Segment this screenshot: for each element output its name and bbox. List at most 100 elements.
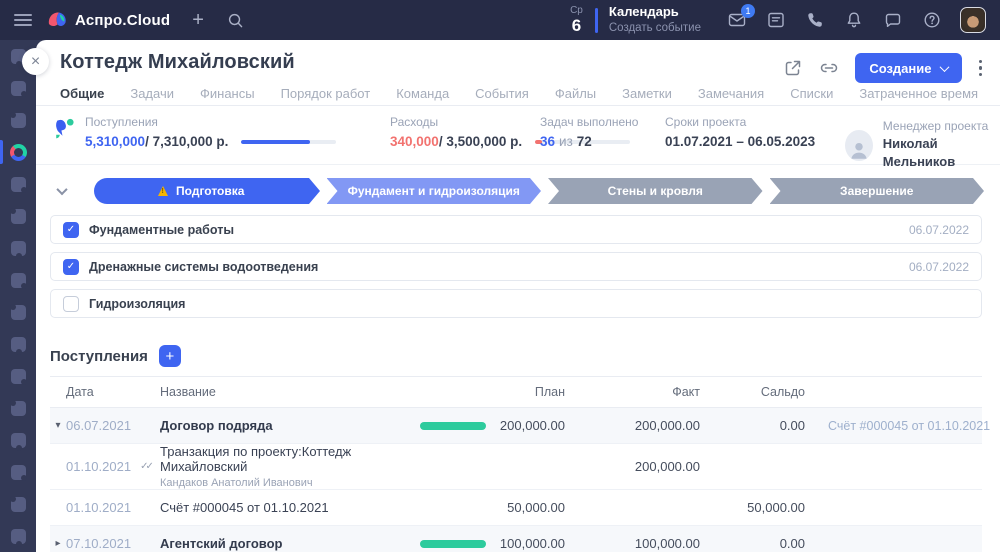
calendar-title[interactable]: Календарь — [609, 5, 701, 20]
stat-tasks: Задач выполнено 36 из 72 — [540, 115, 638, 149]
create-event-link[interactable]: Создать событие — [609, 22, 701, 35]
row-subtitle: Кандаков Анатолий Иванович — [160, 477, 412, 489]
progress-pill — [420, 422, 486, 430]
expander-icon[interactable]: ▸ — [50, 538, 66, 549]
sidebar-item-chat[interactable] — [0, 232, 36, 264]
user-avatar[interactable] — [960, 7, 986, 33]
tab-tasks[interactable]: Задачи — [130, 86, 174, 101]
notes-icon — [11, 273, 26, 288]
sidebar-item-import[interactable] — [0, 328, 36, 360]
col-date: Дата — [66, 385, 160, 399]
tab-notes[interactable]: Заметки — [622, 86, 672, 101]
calendar-shortcut[interactable]: Календарь Создать событие — [609, 5, 701, 35]
table-row[interactable]: 01.10.2021✓✓Транзакция по проекту:Коттед… — [50, 444, 982, 490]
sidebar-item-projects[interactable] — [0, 136, 36, 168]
close-button[interactable]: × — [22, 48, 49, 75]
tab-finance[interactable]: Финансы — [200, 86, 255, 101]
add-payment-button[interactable]: + — [159, 345, 181, 367]
stats-row: Поступления 5,310,000 / 7,310,000 р. Рас… — [36, 106, 1000, 165]
col-name: Название — [160, 385, 420, 399]
row-title[interactable]: Счёт #000045 от 01.10.2021 — [160, 500, 412, 515]
row-title[interactable]: Агентский договор — [160, 536, 412, 551]
stat-income-value: 5,310,000 — [85, 134, 145, 149]
table-row[interactable]: ▾06.07.2021Договор подряда200,000.00200,… — [50, 408, 982, 444]
checklist-item[interactable]: Гидроизоляция — [50, 289, 982, 318]
row-saldo: 50,000.00 — [700, 500, 805, 515]
search-icon[interactable] — [226, 11, 245, 30]
sidebar-item-funnel[interactable] — [0, 104, 36, 136]
sidebar-item-team[interactable] — [0, 200, 36, 232]
more-menu-icon[interactable] — [977, 58, 985, 79]
sidebar-item-contacts[interactable] — [0, 488, 36, 520]
sidebar-item-products[interactable] — [0, 424, 36, 456]
row-date: 01.10.2021 — [66, 500, 160, 515]
sidebar-item-deals[interactable] — [0, 360, 36, 392]
checklist-item-label: Дренажные системы водоотведения — [89, 260, 318, 274]
invoice-link[interactable]: Счёт #000045 от 01.10.2021 — [805, 419, 982, 433]
expander-icon[interactable]: ▾ — [50, 420, 66, 431]
quick-add-icon[interactable]: + — [192, 10, 204, 30]
help-icon[interactable] — [922, 10, 942, 30]
table-row[interactable]: ▸07.10.2021Агентский договор100,000.0010… — [50, 526, 982, 552]
manager-name: Николай Мельников — [883, 136, 955, 169]
stat-dates-label: Сроки проекта — [665, 115, 815, 129]
sidebar-item-timer[interactable] — [0, 520, 36, 552]
open-external-icon[interactable] — [783, 58, 803, 78]
copy-link-icon[interactable] — [818, 58, 840, 78]
tab-remarks[interactable]: Замечания — [698, 86, 764, 101]
tab-general[interactable]: Общие — [60, 86, 104, 101]
row-date: 01.10.2021✓✓ — [66, 459, 160, 474]
row-progress — [420, 540, 490, 548]
progress-pill — [420, 540, 486, 548]
stage-walls-roof[interactable]: Стены и кровля — [548, 178, 763, 204]
journal-icon[interactable] — [766, 10, 786, 30]
stage-foundation[interactable]: Фундамент и гидроизоляция — [327, 178, 542, 204]
tab-files[interactable]: Файлы — [555, 86, 596, 101]
collapse-stages-icon[interactable] — [52, 187, 72, 195]
table-row[interactable]: 01.10.2021Счёт #000045 от 01.10.2021 50,0… — [50, 490, 982, 526]
tab-lists[interactable]: Списки — [790, 86, 833, 101]
chat-icon[interactable] — [883, 10, 903, 30]
stage-preparation[interactable]: !Подготовка — [94, 178, 309, 204]
deals-icon — [11, 369, 26, 384]
checklist-item-date: 06.07.2022 — [909, 260, 969, 274]
project-dates: 01.07.2021 – 06.05.2023 — [665, 134, 815, 149]
sidebar-item-docs[interactable] — [0, 392, 36, 424]
create-button[interactable]: Создание — [855, 53, 961, 83]
sidebar-item-links[interactable] — [0, 168, 36, 200]
checkbox[interactable] — [63, 296, 79, 312]
phone-icon[interactable] — [805, 10, 825, 30]
tasks-total: 72 — [577, 134, 592, 149]
sidebar-item-clients[interactable] — [0, 296, 36, 328]
checklist-item[interactable]: ✓Фундаментные работы06.07.2022 — [50, 215, 982, 244]
manager-avatar[interactable] — [845, 130, 873, 161]
tab-team[interactable]: Команда — [396, 86, 449, 101]
row-fact: 200,000.00 — [565, 459, 700, 474]
sidebar-item-finance[interactable] — [0, 456, 36, 488]
col-fact: Факт — [565, 385, 700, 399]
sidebar-item-tasks[interactable] — [0, 72, 36, 104]
chat-icon — [11, 241, 26, 256]
tab-work-order[interactable]: Порядок работ — [281, 86, 371, 101]
checklist-item-date: 06.07.2022 — [909, 223, 969, 237]
checkbox[interactable]: ✓ — [63, 222, 79, 238]
stage-completion[interactable]: Завершение — [770, 178, 985, 204]
tab-events[interactable]: События — [475, 86, 529, 101]
menu-icon[interactable] — [14, 14, 32, 26]
col-saldo: Сальдо — [700, 385, 805, 399]
day-number: 6 — [570, 17, 583, 34]
checklist-item[interactable]: ✓ Дренажные системы водоотведения 06.07.20… — [50, 252, 982, 281]
row-title[interactable]: Договор подряда — [160, 418, 412, 433]
checkbox[interactable]: ✓ — [63, 259, 79, 275]
row-title[interactable]: Транзакция по проекту:Коттедж Михайловск… — [160, 444, 412, 474]
tab-time-spent[interactable]: Затраченное время — [859, 86, 978, 101]
active-indicator — [0, 140, 3, 164]
bell-icon[interactable] — [844, 10, 864, 30]
brand-logo-icon[interactable] — [46, 9, 68, 31]
sidebar-item-notes[interactable] — [0, 264, 36, 296]
header-actions: Создание — [783, 53, 984, 83]
brand-name[interactable]: Аспро.Cloud — [75, 12, 170, 29]
calendar-date-widget[interactable]: Ср 6 — [570, 6, 583, 34]
mail-icon[interactable]: 1 — [727, 10, 747, 30]
row-plan: 50,000.00 — [490, 500, 565, 515]
